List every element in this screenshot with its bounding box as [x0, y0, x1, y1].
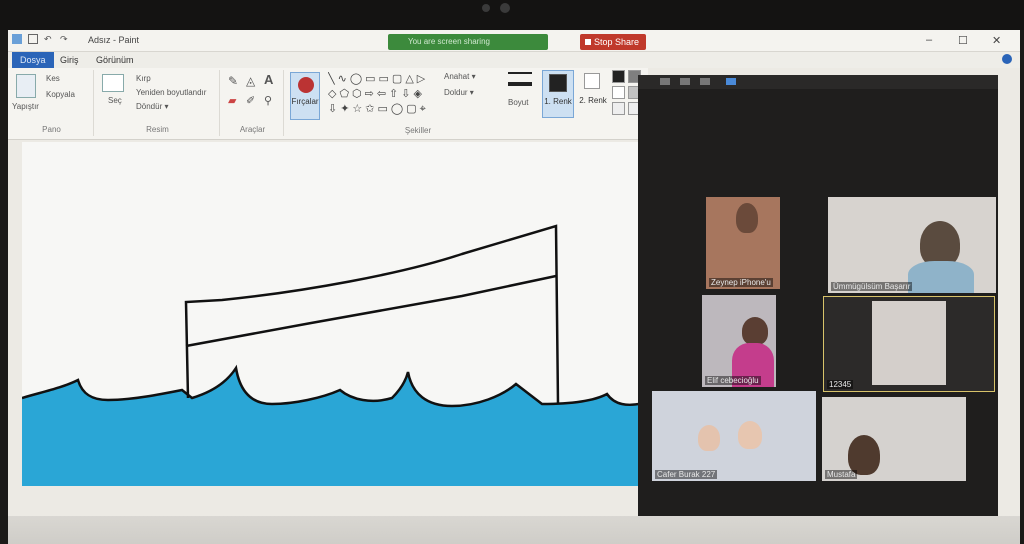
- cut-button[interactable]: Kes: [46, 74, 60, 83]
- ship-hull-outline: [184, 224, 560, 405]
- pencil-icon[interactable]: ✎: [228, 74, 238, 88]
- zoom-gallery-panel: Zeynep iPhone'u Ümmügülsüm Başarır Elif …: [638, 75, 998, 535]
- screen-share-status[interactable]: You are screen sharing: [388, 34, 548, 50]
- quick-access-toolbar: ↶ ↷: [12, 34, 70, 44]
- outline-button[interactable]: Anahat ▾: [444, 72, 476, 81]
- status-bar-area: [8, 516, 1020, 544]
- rotate-button[interactable]: Döndür ▾: [136, 102, 168, 111]
- participant-name: Mustafa: [825, 470, 858, 479]
- select-icon[interactable]: [102, 74, 124, 92]
- size-icon[interactable]: [508, 72, 532, 86]
- participant-name: Ümmügülsüm Başarır: [831, 282, 913, 291]
- clipboard-group-label: Pano: [42, 125, 61, 134]
- stop-share-button[interactable]: Stop Share: [580, 34, 646, 50]
- participant-video: [736, 203, 758, 233]
- image-group-label: Resim: [146, 125, 169, 134]
- screen: ↶ ↷ Adsız - Paint You are screen sharing…: [8, 30, 1020, 544]
- paste-icon[interactable]: [16, 74, 36, 98]
- color2-swatch: [584, 73, 600, 89]
- close-button[interactable]: ✕: [992, 34, 1001, 47]
- brushes-button[interactable]: Fırçalar: [290, 72, 320, 120]
- color-picker-icon[interactable]: ✐: [246, 94, 255, 107]
- participant-body: [908, 261, 974, 293]
- participant-video: [872, 301, 946, 385]
- text-tool-icon[interactable]: A: [264, 72, 273, 87]
- color2-button[interactable]: 2. Renk: [578, 70, 608, 118]
- color1-button[interactable]: 1. Renk: [542, 70, 574, 118]
- participant-name: Zeynep iPhone'u: [709, 278, 773, 287]
- sea-area: [22, 368, 648, 486]
- shapes-group-label: Şekiller: [404, 126, 432, 135]
- video-tile[interactable]: Elif cebecioğlu: [702, 295, 776, 387]
- monitor-bezel: [0, 0, 1024, 30]
- color1-label: 1. Renk: [544, 97, 572, 106]
- tools-group: ✎ ◬ A ▰ ✐ ⚲ Araçlar: [222, 70, 284, 136]
- ribbon: Yapıştır Kes Kopyala Pano Seç Kırp Yenid…: [8, 68, 648, 140]
- redo-icon[interactable]: ↷: [60, 34, 70, 44]
- resize-button[interactable]: Yeniden boyutlandır: [136, 88, 206, 97]
- shapes-gallery[interactable]: ╲∿◯▭▭▢△▷ ◇⬠⬡⇨⇦⇧⇩◈ ⇩✦☆✩▭◯▢⌖: [328, 72, 440, 120]
- fill-bucket-icon[interactable]: ◬: [246, 74, 255, 88]
- copy-button[interactable]: Kopyala: [46, 90, 75, 99]
- tools-group-label: Araçlar: [239, 125, 266, 134]
- participant-name: Elif cebecioğlu: [705, 376, 761, 385]
- size-button[interactable]: Boyut: [508, 98, 528, 107]
- zoom-panel-toolbar: [638, 75, 998, 89]
- clipboard-group: Yapıştır Kes Kopyala Pano: [10, 70, 94, 136]
- video-tile[interactable]: Ümmügülsüm Başarır: [828, 197, 996, 293]
- participant-name: 12345: [827, 380, 854, 389]
- participant-video-2: [738, 421, 762, 449]
- window-title: Adsız - Paint: [88, 35, 140, 45]
- gallery-view-icon[interactable]: [700, 78, 710, 85]
- paste-button[interactable]: Yapıştır: [12, 102, 39, 111]
- image-group: Seç Kırp Yeniden boyutlandır Döndür ▾ Re…: [96, 70, 220, 136]
- tab-home[interactable]: Giriş: [52, 52, 87, 68]
- camera-led-icon: [482, 4, 490, 12]
- grid-view-icon[interactable]: [726, 78, 736, 85]
- participant-video: [698, 425, 720, 451]
- video-tile[interactable]: Mustafa: [822, 397, 966, 481]
- ribbon-tabs: Dosya Giriş Görünüm: [8, 52, 1020, 68]
- title-bar: ↶ ↷ Adsız - Paint You are screen sharing…: [8, 30, 1020, 52]
- maximize-button[interactable]: ☐: [958, 34, 968, 47]
- undo-icon[interactable]: ↶: [44, 34, 54, 44]
- color1-swatch: [549, 74, 567, 92]
- ship-deck-line: [185, 274, 557, 348]
- tab-view[interactable]: Görünüm: [88, 52, 142, 68]
- participant-video: [848, 435, 880, 475]
- minimize-video-icon[interactable]: [660, 78, 670, 85]
- webcam-icon: [500, 3, 510, 13]
- participant-video: [742, 317, 768, 345]
- palette-black[interactable]: [612, 70, 625, 83]
- drawing-canvas[interactable]: [22, 142, 648, 486]
- minimize-button[interactable]: –: [926, 34, 932, 46]
- brushes-group: Fırçalar: [286, 70, 324, 136]
- help-icon[interactable]: [1002, 54, 1012, 64]
- speaker-view-icon[interactable]: [680, 78, 690, 85]
- palette-white[interactable]: [612, 86, 625, 99]
- brush-icon: [298, 77, 314, 93]
- crop-button[interactable]: Kırp: [136, 74, 151, 83]
- participant-name: Cafer Burak 227: [655, 470, 718, 479]
- paint-app-icon: [12, 34, 22, 44]
- brushes-label: Fırçalar: [291, 97, 319, 106]
- magnifier-icon[interactable]: ⚲: [264, 94, 272, 107]
- color2-label: 2. Renk: [579, 96, 607, 105]
- palette-empty-1[interactable]: [612, 102, 625, 115]
- eraser-icon[interactable]: ▰: [228, 94, 236, 107]
- ship-drawing: [22, 224, 648, 486]
- tab-file[interactable]: Dosya: [12, 52, 54, 68]
- video-tile[interactable]: Cafer Burak 227: [652, 391, 816, 481]
- fill-button[interactable]: Doldur ▾: [444, 88, 474, 97]
- save-icon[interactable]: [28, 34, 38, 44]
- select-button[interactable]: Seç: [108, 96, 122, 105]
- video-tile[interactable]: Zeynep iPhone'u: [706, 197, 780, 289]
- video-tile-active[interactable]: 12345: [823, 296, 995, 392]
